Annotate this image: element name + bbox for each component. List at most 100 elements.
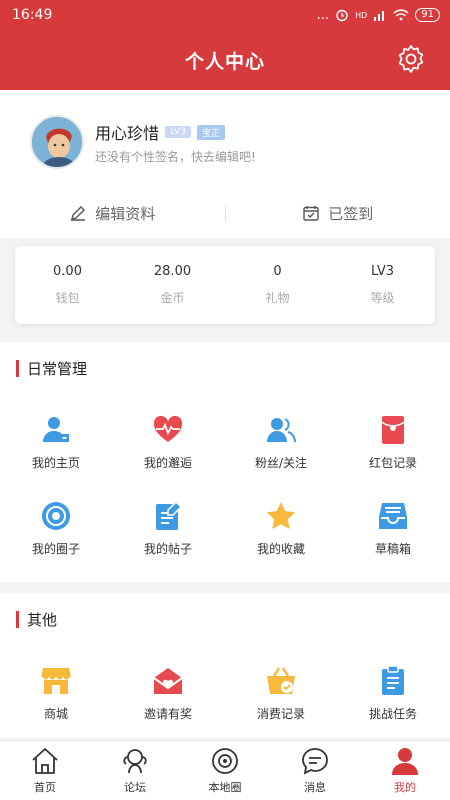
menu-my-circles[interactable]: 我的圈子 <box>0 500 112 557</box>
avatar[interactable] <box>30 115 84 169</box>
profile-icon <box>392 748 418 775</box>
profile-card: 用心珍惜 LV3 宝正 还没有个性签名，快去编辑吧! 编辑资料 已签到 <box>0 90 450 238</box>
tab-local-circle[interactable]: 本地圈 <box>180 741 270 800</box>
section-accent-bar <box>16 360 19 377</box>
message-icon <box>302 748 328 775</box>
wifi-icon <box>393 9 409 21</box>
menu-label: 红包记录 <box>368 456 417 470</box>
stat-label: 金币 <box>160 291 185 305</box>
menu-shop[interactable]: 商城 <box>0 665 112 722</box>
stat-label: 等级 <box>370 291 395 305</box>
stat-value: 0.00 <box>53 264 82 279</box>
section-title: 日常管理 <box>16 358 87 379</box>
checkin-button[interactable]: 已签到 <box>226 203 450 224</box>
tab-label: 我的 <box>394 781 416 794</box>
tab-messages[interactable]: 消息 <box>270 741 360 800</box>
stat-label: 礼物 <box>265 291 290 305</box>
username-row: 用心珍惜 LV3 宝正 <box>95 120 225 144</box>
calendar-check-icon <box>303 206 319 221</box>
tab-label: 论坛 <box>124 781 146 794</box>
invite-mail-icon <box>153 668 183 694</box>
stat-gifts[interactable]: 0 礼物 <box>225 246 330 324</box>
menu-challenge-tasks[interactable]: 挑战任务 <box>337 665 449 722</box>
battery-indicator: 91 <box>415 8 440 22</box>
stat-value: 28.00 <box>153 264 192 279</box>
top-header: 16:49 ... HD 91 个人中心 <box>0 0 450 90</box>
menu-label: 我的帖子 <box>143 542 192 556</box>
username: 用心珍惜 <box>95 124 160 143</box>
stat-label: 钱包 <box>55 291 80 305</box>
menu-label: 我的收藏 <box>256 542 305 556</box>
menu-consumption-records[interactable]: 消费记录 <box>225 665 337 722</box>
stats-card: 0.00 钱包 28.00 金币 0 礼物 LV3 等级 <box>15 246 435 324</box>
user-home-icon <box>43 417 69 442</box>
forum-icon <box>123 749 147 774</box>
star-icon <box>267 502 295 529</box>
menu-my-favorites[interactable]: 我的收藏 <box>225 500 337 557</box>
page-title: 个人中心 <box>184 50 265 73</box>
daily-management-section: 日常管理 我的主页 我的邂逅 粉丝/关注 红包记录 我的圈子 我的帖子 我的收藏… <box>0 342 450 582</box>
circle-target-icon <box>42 502 70 530</box>
menu-my-encounters[interactable]: 我的邂逅 <box>112 414 224 471</box>
basket-icon <box>267 667 295 694</box>
menu-my-homepage[interactable]: 我的主页 <box>0 414 112 471</box>
tab-home[interactable]: 首页 <box>0 741 90 800</box>
post-icon <box>156 500 183 530</box>
tab-label: 本地圈 <box>208 781 242 794</box>
home-icon <box>32 748 58 774</box>
menu-label: 我的邂逅 <box>143 456 192 470</box>
signature-text[interactable]: 还没有个性签名，快去编辑吧! <box>95 148 256 165</box>
menu-label: 商城 <box>43 707 68 721</box>
section-title: 其他 <box>16 609 57 630</box>
clipboard-icon <box>382 665 404 695</box>
tab-profile[interactable]: 我的 <box>360 741 450 800</box>
status-time: 16:49 <box>12 7 53 23</box>
tab-forum[interactable]: 论坛 <box>90 741 180 800</box>
menu-label: 消费记录 <box>256 707 305 721</box>
red-envelope-icon <box>381 416 405 444</box>
menu-my-posts[interactable]: 我的帖子 <box>112 500 224 557</box>
stat-coins[interactable]: 28.00 金币 <box>120 246 225 324</box>
notification-dots: ... <box>316 7 330 23</box>
section-accent-bar <box>16 611 19 628</box>
tab-label: 首页 <box>34 781 56 794</box>
menu-fans-follow[interactable]: 粉丝/关注 <box>225 414 337 471</box>
menu-label: 挑战任务 <box>368 707 417 721</box>
tab-label: 消息 <box>304 781 326 794</box>
signal-label: HD <box>355 10 368 20</box>
bottom-tab-bar: 首页 论坛 本地圈 消息 我的 <box>0 740 450 800</box>
shop-icon <box>41 668 71 694</box>
edit-profile-button[interactable]: 编辑资料 <box>0 203 225 224</box>
pencil-icon <box>71 206 86 221</box>
section-title-text: 日常管理 <box>27 360 88 378</box>
profile-actions: 编辑资料 已签到 <box>0 198 450 228</box>
level-badge: LV3 <box>165 126 191 138</box>
edit-profile-label: 编辑资料 <box>95 204 156 223</box>
heartbeat-icon <box>153 415 183 442</box>
menu-label: 邀请有奖 <box>143 707 192 721</box>
local-circle-icon <box>212 748 238 774</box>
stat-value: 0 <box>273 264 282 279</box>
drafts-icon <box>379 503 407 529</box>
menu-red-envelope-records[interactable]: 红包记录 <box>337 414 449 471</box>
menu-drafts[interactable]: 草稿箱 <box>337 500 449 557</box>
checkin-label: 已签到 <box>328 204 374 223</box>
menu-label: 我的圈子 <box>31 542 80 556</box>
title-bar: 个人中心 <box>0 38 450 82</box>
fans-icon <box>267 418 296 443</box>
other-section: 其他 商城 邀请有奖 消费记录 挑战任务 <box>0 593 450 738</box>
menu-label: 粉丝/关注 <box>254 456 308 470</box>
alarm-icon <box>336 9 348 22</box>
cell-signal-icon <box>374 11 385 21</box>
status-icons: ... HD 91 <box>317 8 440 23</box>
section-title-text: 其他 <box>27 611 58 629</box>
stat-level[interactable]: LV3 等级 <box>330 246 435 324</box>
stat-wallet[interactable]: 0.00 钱包 <box>15 246 120 324</box>
status-bar: 16:49 ... HD 91 <box>0 0 450 30</box>
menu-label: 我的主页 <box>31 456 80 470</box>
stat-value: LV3 <box>371 264 394 279</box>
menu-label: 草稿箱 <box>374 542 411 556</box>
verified-badge: 宝正 <box>196 124 225 140</box>
gear-icon[interactable] <box>394 42 428 76</box>
menu-invite-reward[interactable]: 邀请有奖 <box>112 665 224 722</box>
